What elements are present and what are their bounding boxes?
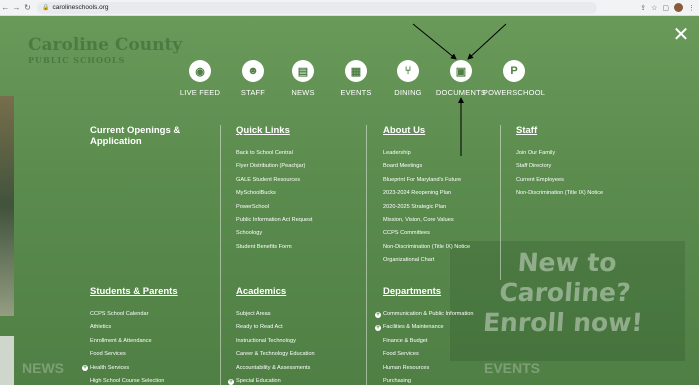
menu-link-label: Facilities & Maintenance	[383, 324, 444, 331]
menu-link-label: Special Education	[236, 377, 281, 384]
menu-column-staff: Staff Join Our Family Staff Directory Cu…	[516, 125, 656, 201]
column-divider	[500, 125, 501, 280]
menu-heading-about-us[interactable]: About Us	[383, 125, 498, 136]
menu-link[interactable]: Organizational Chart	[383, 254, 498, 267]
menu-link-expandable[interactable]: + Facilities & Maintenance	[375, 321, 498, 334]
menu-link[interactable]: Food Services	[383, 348, 498, 361]
arrow-left	[412, 23, 457, 60]
menu-link-expandable[interactable]: + Health Services	[82, 362, 215, 375]
menu-link[interactable]: MySchoolBucks	[236, 187, 361, 200]
calendar-icon: ▦	[345, 60, 367, 82]
menu-heading-students-parents[interactable]: Students & Parents	[90, 286, 215, 297]
menu-link[interactable]: CCPS School Calendar	[90, 308, 215, 321]
menu-link[interactable]: Non-Discrimination (Title IX) Notice	[516, 187, 656, 200]
menu-link[interactable]: High School Course Selection	[90, 375, 215, 385]
bookmark-star-icon[interactable]: ☆	[651, 4, 657, 12]
close-menu-button[interactable]: ✕	[672, 25, 690, 45]
menu-column-students-parents: Students & Parents CCPS School Calendar …	[82, 286, 215, 385]
reload-icon[interactable]: ↻	[22, 3, 33, 12]
column-divider	[220, 125, 221, 385]
column-divider	[366, 125, 367, 385]
menu-link[interactable]: PowerSchool	[236, 201, 361, 214]
menu-link[interactable]: Student Benefits Form	[236, 241, 361, 254]
menu-link[interactable]: CCPS Committees	[383, 227, 498, 240]
menu-column-academics: Academics Subject Areas Ready to Read Ac…	[228, 286, 361, 385]
menu-column-quick-links: Quick Links Back to School Central Flyer…	[236, 125, 361, 254]
menu-link[interactable]: Blueprint For Maryland's Future	[383, 174, 498, 187]
menu-kebab-icon[interactable]: ⋮	[688, 4, 695, 12]
background-panel	[0, 336, 14, 385]
menu-link[interactable]: Join Our Family	[516, 147, 656, 160]
menu-link[interactable]: Food Services	[90, 348, 215, 361]
menu-heading-staff[interactable]: Staff	[516, 125, 656, 136]
logo-line-1: Caroline County	[28, 35, 183, 55]
forward-icon[interactable]: →	[11, 3, 22, 12]
menu-link-label: Communication & Public Information	[383, 311, 474, 317]
menu-heading-academics[interactable]: Academics	[236, 286, 361, 297]
sidepanel-icon[interactable]: ▢	[662, 4, 669, 12]
news-section-heading: NEWS	[22, 360, 64, 376]
menu-link-label: Health Services	[90, 364, 130, 371]
menu-link[interactable]: Leadership	[383, 147, 498, 160]
expand-plus-icon[interactable]: +	[375, 311, 381, 318]
menu-link[interactable]: Back to School Central	[236, 147, 361, 160]
profile-avatar[interactable]	[674, 3, 683, 12]
rss-icon: ◉	[189, 60, 211, 82]
menu-link-expandable[interactable]: + Communication & Public Information	[375, 308, 498, 321]
menu-link[interactable]: Board Meetings	[383, 160, 498, 173]
menu-column-departments: Departments + Communication & Public Info…	[375, 286, 498, 385]
people-icon: ☻	[242, 60, 264, 82]
address-bar[interactable]: 🔒 carolineschools.org	[37, 1, 597, 14]
menu-link[interactable]: Schoology	[236, 227, 361, 240]
menu-link[interactable]: Enrollment & Attendance	[90, 335, 215, 348]
menu-heading-quick-links[interactable]: Quick Links	[236, 125, 361, 136]
powerschool-icon: P	[503, 60, 525, 82]
quick-link-powerschool[interactable]: P POWERSCHOOL	[479, 60, 549, 97]
menu-link[interactable]: Staff Directory	[516, 160, 656, 173]
arrow-right	[467, 23, 507, 60]
page-viewport: Caroline County PUBLIC SCHOOLS New to Ca…	[0, 16, 699, 385]
menu-link[interactable]: Athletics	[90, 321, 215, 334]
menu-heading-departments[interactable]: Departments	[383, 286, 498, 297]
menu-link[interactable]: Public Information Act Request	[236, 214, 361, 227]
expand-plus-icon[interactable]: +	[375, 325, 381, 332]
menu-link-expandable[interactable]: + Special Education	[228, 375, 361, 385]
menu-link[interactable]: Career & Technology Education	[236, 348, 361, 361]
menu-column-about-us: About Us Leadership Board Meetings Bluep…	[383, 125, 498, 268]
background-photo	[0, 96, 14, 316]
share-icon[interactable]: ⇪	[640, 4, 646, 12]
back-icon[interactable]: ←	[0, 3, 11, 12]
menu-link[interactable]: Mission, Vision, Core Values	[383, 214, 498, 227]
menu-link[interactable]: Non-Discrimination (Title IX) Notice	[383, 241, 498, 254]
menu-link[interactable]: Human Resources	[383, 362, 498, 375]
newspaper-icon: ▤	[292, 60, 314, 82]
menu-link[interactable]: Current Employees	[516, 174, 656, 187]
menu-link[interactable]: Instructional Technology	[236, 335, 361, 348]
menu-link[interactable]: Finance & Budget	[383, 335, 498, 348]
menu-link[interactable]: 2023-2024 Reopening Plan	[383, 187, 498, 200]
menu-link[interactable]: Flyer Distribution (Peachjar)	[236, 160, 361, 173]
menu-column-openings: Current Openings & Application	[90, 125, 215, 147]
utensils-icon: ⑂	[397, 60, 419, 82]
document-icon: ▣	[450, 60, 472, 82]
url-text: carolineschools.org	[52, 4, 109, 11]
menu-link[interactable]: Purchasing	[383, 375, 498, 385]
quick-link-label: POWERSCHOOL	[482, 88, 546, 97]
menu-link[interactable]: Subject Areas	[236, 308, 361, 321]
lock-icon: 🔒	[42, 5, 50, 11]
browser-toolbar: ← → ↻ 🔒 carolineschools.org ⇪ ☆ ▢ ⋮	[0, 0, 699, 16]
quick-links-bar: ◉ LIVE FEED ☻ STAFF ▤ NEWS ▦ EVENTS ⑂ DI…	[0, 60, 699, 110]
expand-plus-icon[interactable]: +	[82, 365, 88, 372]
menu-heading-openings[interactable]: Current Openings & Application	[90, 125, 215, 147]
menu-link[interactable]: GALE Student Resources	[236, 174, 361, 187]
menu-link[interactable]: Accountability & Assessments	[236, 362, 361, 375]
menu-link[interactable]: 2020-2025 Strategic Plan	[383, 201, 498, 214]
menu-link[interactable]: Ready to Read Act	[236, 321, 361, 334]
expand-plus-icon[interactable]: +	[228, 378, 234, 385]
